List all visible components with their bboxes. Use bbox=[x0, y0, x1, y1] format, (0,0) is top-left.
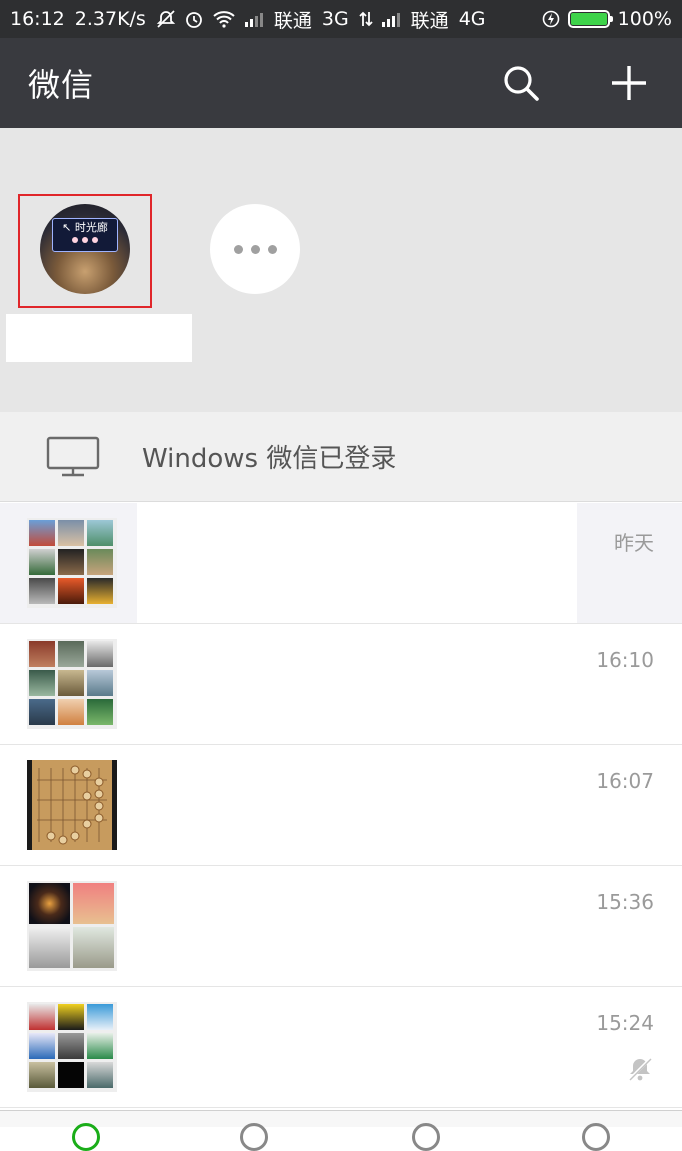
status-carrier-2: 联通 bbox=[410, 9, 449, 32]
chat-time: 昨天 bbox=[614, 531, 654, 555]
mini-program-sign: ↖ 时光廊 bbox=[52, 218, 118, 252]
chat-preview-redacted bbox=[137, 624, 577, 744]
chat-time: 15:24 bbox=[596, 1011, 654, 1035]
search-button[interactable] bbox=[496, 58, 546, 108]
add-button[interactable] bbox=[604, 58, 654, 108]
desktop-login-banner[interactable]: Windows 微信已登录 bbox=[0, 412, 682, 502]
tab-me-icon[interactable] bbox=[582, 1123, 610, 1151]
chat-preview-redacted bbox=[137, 987, 577, 1107]
signal-icon bbox=[381, 11, 403, 27]
chat-preview-redacted bbox=[137, 503, 577, 623]
chat-preview-redacted bbox=[137, 866, 577, 986]
do-not-disturb-icon bbox=[156, 9, 176, 29]
chat-row[interactable]: 15:24 bbox=[0, 987, 682, 1108]
charging-icon bbox=[542, 10, 560, 28]
group-avatar bbox=[27, 518, 117, 608]
status-bar: 16:12 2.37K/s 联通 3G 联通 4G 100% bbox=[0, 0, 682, 38]
battery-icon bbox=[567, 10, 613, 28]
more-mini-programs-button[interactable] bbox=[210, 204, 300, 294]
group-avatar bbox=[27, 639, 117, 729]
page-title: 微信 bbox=[28, 66, 95, 104]
login-status-text: Windows 微信已登录 bbox=[142, 444, 397, 474]
mini-program-sign-text: 时光廊 bbox=[74, 221, 108, 234]
more-dots-icon bbox=[233, 244, 243, 254]
status-network-speed: 2.37K/s bbox=[74, 8, 146, 30]
tab-contacts-icon[interactable] bbox=[240, 1123, 268, 1151]
mute-bell-icon bbox=[626, 1055, 654, 1087]
monitor-icon bbox=[46, 436, 100, 478]
mini-program-label-redacted bbox=[6, 314, 192, 362]
status-network-2: 4G bbox=[458, 8, 486, 30]
status-network-1: 3G bbox=[321, 8, 349, 30]
chat-row[interactable]: 昨天 bbox=[0, 503, 682, 624]
plus-icon bbox=[612, 66, 646, 100]
search-icon bbox=[504, 66, 539, 101]
bottom-tab-bar bbox=[0, 1110, 682, 1151]
status-carrier-1: 联通 bbox=[273, 9, 312, 32]
status-time: 16:12 bbox=[10, 8, 65, 30]
chat-list: 昨天 16:10 16:07 15:36 15:24 bbox=[0, 503, 682, 1108]
chat-time: 15:36 bbox=[596, 890, 654, 914]
chat-time: 16:07 bbox=[596, 769, 654, 793]
chess-board-avatar bbox=[27, 760, 117, 850]
app-header: 微信 bbox=[0, 38, 682, 128]
chat-preview-redacted bbox=[137, 745, 577, 865]
signal-icon bbox=[244, 11, 266, 27]
mini-program-panel: ↖ 时光廊 bbox=[0, 128, 682, 412]
chat-row[interactable]: 16:10 bbox=[0, 624, 682, 745]
tab-chats-icon[interactable] bbox=[72, 1123, 100, 1151]
tab-discover-icon[interactable] bbox=[412, 1123, 440, 1151]
mini-program-item[interactable]: ↖ 时光廊 bbox=[40, 204, 130, 294]
group-avatar bbox=[27, 881, 117, 971]
group-avatar bbox=[27, 1002, 117, 1092]
battery-percent: 100% bbox=[617, 8, 672, 30]
alarm-icon bbox=[184, 9, 204, 29]
wifi-icon bbox=[212, 10, 236, 28]
chat-row[interactable]: 16:07 bbox=[0, 745, 682, 866]
data-arrows-icon bbox=[359, 10, 373, 28]
chat-row[interactable]: 15:36 bbox=[0, 866, 682, 987]
battery-level bbox=[570, 13, 607, 25]
chat-time: 16:10 bbox=[596, 648, 654, 672]
